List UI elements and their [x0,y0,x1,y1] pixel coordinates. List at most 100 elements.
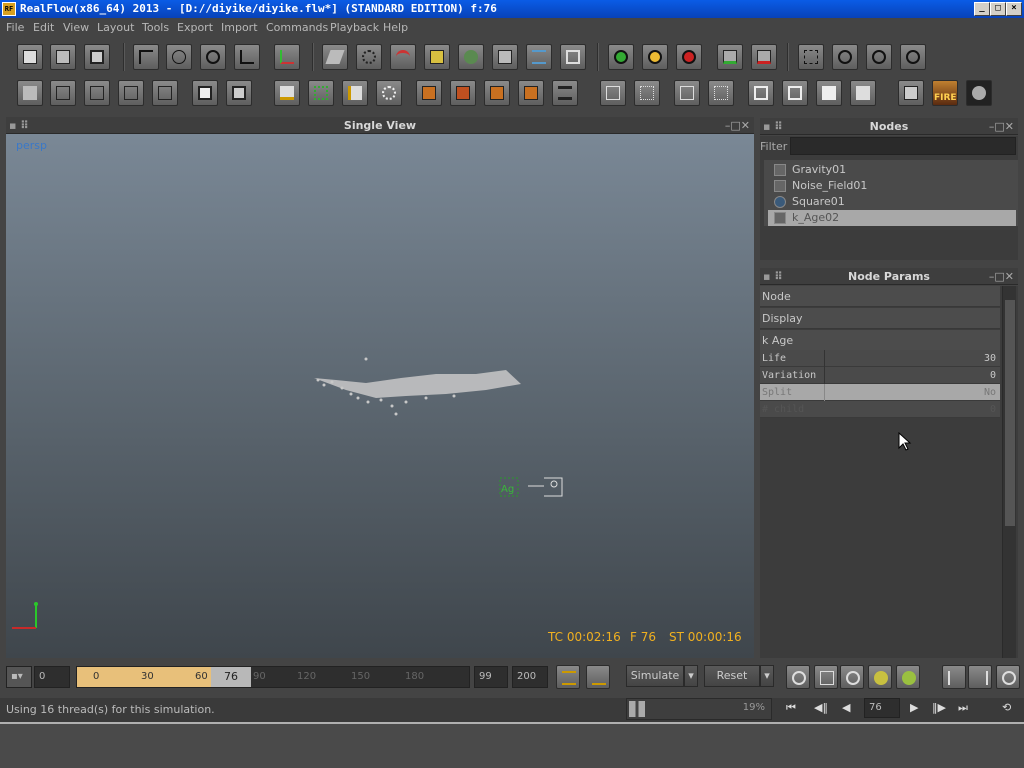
batch-button[interactable] [832,44,858,70]
add-daemon-button[interactable] [390,44,416,70]
node-item-noise-field01[interactable]: Noise_Field01 [768,178,1016,194]
last-frame-button[interactable]: ⏭ [958,701,968,715]
star-green-1-button[interactable] [868,665,892,689]
max-frame-field[interactable]: 200 [512,666,548,688]
node-tool-3-button[interactable] [84,80,110,106]
filter-input[interactable] [790,137,1016,155]
timeline-track[interactable]: 76 0 30 60 90 120 150 180 [76,666,470,688]
save-red-button[interactable] [751,44,777,70]
node-item-gravity01[interactable]: Gravity01 [768,162,1016,178]
section-k-age[interactable]: k Age [760,330,1000,351]
next-key-button[interactable]: ‖▶ [932,701,946,714]
param-variation[interactable]: Variation 0 [760,367,1000,384]
panel-grip-icon[interactable]: ▪ ⠿ [763,118,783,135]
prev-key-button[interactable]: ◀‖ [814,701,828,714]
ruler-button[interactable] [342,80,368,106]
orange-grid-4-button[interactable] [518,80,544,106]
maximize-button[interactable]: □ [990,2,1006,16]
menu-playback[interactable]: Playback [330,21,379,34]
cube-white-2-button[interactable] [782,80,808,106]
hourglass-button[interactable] [552,80,578,106]
orange-grid-2-button[interactable] [450,80,476,106]
param-split[interactable]: Split No [760,384,1000,401]
timeline-menu-button[interactable]: ▪▾ [6,666,32,688]
cage-3-button[interactable] [674,80,700,106]
start-frame-field[interactable]: 0 [34,666,70,688]
current-frame-marker[interactable]: 76 [211,667,251,687]
yellow-light-button[interactable] [642,44,668,70]
particles-button[interactable] [376,80,402,106]
timer-button[interactable] [866,44,892,70]
panel-grip-icon[interactable]: ▪ ⠿ [763,268,783,285]
nodes-window-controls[interactable]: –□✕ [989,118,1014,135]
select-tool-button[interactable] [133,44,159,70]
rotate-tool-button[interactable] [200,44,226,70]
menu-file[interactable]: File [6,21,24,34]
add-mesh-button[interactable] [458,44,484,70]
add-rigid-button[interactable] [560,44,586,70]
red-light-button[interactable] [676,44,702,70]
box-1-button[interactable] [192,80,218,106]
node-tool-5-button[interactable] [152,80,178,106]
viewport-window-controls[interactable]: –□✕ [725,117,750,134]
minimize-button[interactable]: _ [974,2,990,16]
loop-button[interactable]: ⟲ [1002,701,1011,714]
go-end-button[interactable] [968,665,992,689]
render-button[interactable] [898,80,924,106]
menu-import[interactable]: Import [221,21,258,34]
green-dots-button[interactable] [308,80,334,106]
param-value[interactable]: 0 [990,367,996,384]
edit-button[interactable] [814,665,838,689]
menu-commands[interactable]: Commands [266,21,328,34]
script-button[interactable] [798,44,824,70]
cube-white-1-button[interactable] [748,80,774,106]
new-file-button[interactable] [17,44,43,70]
cage-1-button[interactable] [600,80,626,106]
menu-tools[interactable]: Tools [142,21,169,34]
cube-white-3-button[interactable] [816,80,842,106]
visibility-button[interactable] [840,665,864,689]
reset-dropdown[interactable]: ▾ [760,665,774,687]
end-frame-field[interactable]: 99 [474,666,508,688]
save-file-button[interactable] [84,44,110,70]
add-cube-button[interactable] [424,44,450,70]
scale-tool-button[interactable] [234,44,260,70]
params-scrollbar[interactable] [1002,286,1016,658]
add-emitter-button[interactable] [356,44,382,70]
layer-button[interactable] [274,80,300,106]
menu-export[interactable]: Export [177,21,213,34]
menu-view[interactable]: View [63,21,89,34]
cage-4-button[interactable] [708,80,734,106]
reset-button[interactable]: Reset [704,665,760,687]
add-wave-button[interactable] [526,44,552,70]
view-globe-button[interactable] [786,665,810,689]
param-value[interactable]: No [984,384,996,401]
panel-grip-icon[interactable]: ▪ ⠿ [9,117,29,134]
node-tool-2-button[interactable] [50,80,76,106]
first-frame-button[interactable]: ⏮ [786,701,796,715]
menu-edit[interactable]: Edit [33,21,54,34]
param-value[interactable]: 30 [984,350,996,367]
move-tool-button[interactable] [166,44,192,70]
node-tool-1-button[interactable] [17,80,43,106]
network-button[interactable] [900,44,926,70]
save-green-button[interactable] [717,44,743,70]
param-life[interactable]: Life 30 [760,350,1000,367]
go-start-button[interactable] [942,665,966,689]
orange-grid-1-button[interactable] [416,80,442,106]
viewport-3d[interactable]: persp Ag TC 00:02:16 F 76 ST 00:00:16 [6,134,754,658]
wrench-button[interactable] [996,665,1020,689]
axis-button[interactable] [274,44,300,70]
prev-frame-button[interactable]: ◀ [842,701,850,714]
smoke-button[interactable] [966,80,992,106]
simulate-dropdown[interactable]: ▾ [684,665,698,687]
box-2-button[interactable] [226,80,252,106]
close-button[interactable]: × [1006,2,1022,16]
star-green-2-button[interactable] [896,665,920,689]
menu-layout[interactable]: Layout [97,21,134,34]
orange-grid-3-button[interactable] [484,80,510,106]
node-item-k-age02[interactable]: k_Age02 [768,210,1016,226]
node-item-square01[interactable]: Square01 [768,194,1016,210]
scrollbar-thumb[interactable] [1005,300,1015,526]
params-window-controls[interactable]: –□✕ [989,268,1014,285]
